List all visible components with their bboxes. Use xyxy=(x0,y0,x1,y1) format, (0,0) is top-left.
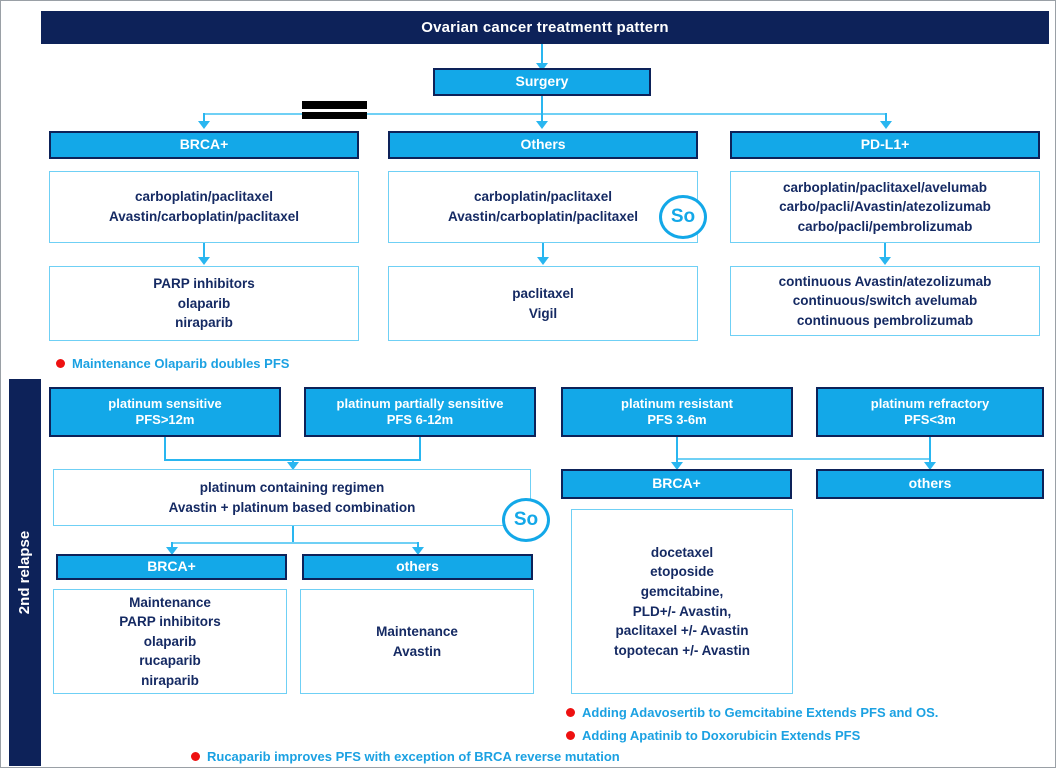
branch-treatment-others[interactable]: carboplatin/paclitaxel Avastin/carboplat… xyxy=(388,171,698,243)
branch-treatment-brca[interactable]: carboplatin/paclitaxel Avastin/carboplat… xyxy=(49,171,359,243)
sensitive-regimen-text: platinum containing regimen Avastin + pl… xyxy=(168,479,416,515)
category-platinum-refractory-text: platinum refractory PFS<3m xyxy=(870,395,990,427)
note-rucaparib: Rucaparib improves PFS with exception of… xyxy=(191,749,620,764)
category-platinum-resistant[interactable]: platinum resistant PFS 3-6m xyxy=(561,387,793,437)
branch-treatment-others-text: carboplatin/paclitaxel Avastin/carboplat… xyxy=(447,189,639,224)
category-platinum-partially-sensitive-text: platinum partially sensitive PFS 6-12m xyxy=(336,395,504,427)
note-adavosertib-text: Adding Adavosertib to Gemcitabine Extend… xyxy=(582,705,939,720)
note-olaparib-text: Maintenance Olaparib doubles PFS xyxy=(72,356,290,371)
branch-maintenance-pdl1[interactable]: continuous Avastin/atezolizumab continuo… xyxy=(730,266,1040,336)
flowchart-canvas: Ovarian cancer treatmentt pattern Surger… xyxy=(0,0,1056,768)
branch-maintenance-brca-text: PARP inhibitors olaparib niraparib xyxy=(153,276,255,331)
sensitive-subgroup-maint-others-text: Maintenance Avastin xyxy=(376,623,458,659)
redaction-bar-top xyxy=(302,101,367,109)
redaction-bar-bottom xyxy=(302,112,367,119)
resistant-subgroup-treatment-brca[interactable]: docetaxel etoposide gemcitabine, PLD+/- … xyxy=(571,509,793,694)
branch-treatment-pdl1-text: carboplatin/paclitaxel/avelumab carbo/pa… xyxy=(779,179,991,234)
arrow-to-others xyxy=(536,121,548,129)
page-title: Ovarian cancer treatmentt pattern xyxy=(41,11,1049,44)
branch-header-others[interactable]: Others xyxy=(388,131,698,159)
bullet-dot-icon xyxy=(566,731,575,740)
so-badge-1[interactable]: So xyxy=(659,195,707,239)
branch-header-pdl1[interactable]: PD-L1+ xyxy=(730,131,1040,159)
sensitive-subgroup-maint-brca[interactable]: Maintenance PARP inhibitors olaparib ruc… xyxy=(53,589,287,694)
resistant-subgroup-header-brca[interactable]: BRCA+ xyxy=(561,469,792,499)
category-platinum-resistant-text: platinum resistant PFS 3-6m xyxy=(621,395,733,427)
category-platinum-refractory[interactable]: platinum refractory PFS<3m xyxy=(816,387,1044,437)
relapse-side-band-label: 2nd relapse xyxy=(16,530,34,615)
arrow-brca-maint xyxy=(198,257,210,265)
category-platinum-sensitive[interactable]: platinum sensitive PFS>12m xyxy=(49,387,281,437)
branch-maintenance-pdl1-text: continuous Avastin/atezolizumab continuo… xyxy=(778,273,992,328)
sensitive-regimen-box[interactable]: platinum containing regimen Avastin + pl… xyxy=(53,469,531,526)
branch-maintenance-brca[interactable]: PARP inhibitors olaparib niraparib xyxy=(49,266,359,341)
connector-link-resistant-refractory xyxy=(676,458,930,460)
branch-maintenance-others-text: paclitaxel Vigil xyxy=(512,285,574,321)
arrow-pdl1-maint xyxy=(879,257,891,265)
note-rucaparib-text: Rucaparib improves PFS with exception of… xyxy=(207,749,620,764)
sensitive-subgroup-header-others[interactable]: others xyxy=(302,554,533,580)
note-apatinib-text: Adding Apatinib to Doxorubicin Extends P… xyxy=(582,728,861,743)
bullet-dot-icon xyxy=(191,752,200,761)
note-olaparib: Maintenance Olaparib doubles PFS xyxy=(56,356,289,371)
note-adavosertib: Adding Adavosertib to Gemcitabine Extend… xyxy=(566,705,938,720)
sensitive-subgroup-header-brca[interactable]: BRCA+ xyxy=(56,554,287,580)
branch-treatment-brca-text: carboplatin/paclitaxel Avastin/carboplat… xyxy=(108,189,300,224)
bullet-dot-icon xyxy=(566,708,575,717)
relapse-side-band: 2nd relapse xyxy=(9,379,41,766)
category-platinum-partially-sensitive[interactable]: platinum partially sensitive PFS 6-12m xyxy=(304,387,536,437)
arrow-to-pdl1 xyxy=(880,121,892,129)
category-platinum-sensitive-text: platinum sensitive PFS>12m xyxy=(108,395,222,427)
arrow-others-maint xyxy=(537,257,549,265)
arrow-to-brca xyxy=(198,121,210,129)
resistant-subgroup-header-others[interactable]: others xyxy=(816,469,1044,499)
connector-sensitive-down xyxy=(164,437,166,461)
bullet-dot-icon xyxy=(56,359,65,368)
sensitive-subgroup-maint-brca-text: Maintenance PARP inhibitors olaparib ruc… xyxy=(119,594,221,688)
so-badge-2[interactable]: So xyxy=(502,498,550,542)
resistant-subgroup-treatment-brca-text: docetaxel etoposide gemcitabine, PLD+/- … xyxy=(614,544,750,658)
connector-surgery-down xyxy=(541,96,543,114)
branch-treatment-pdl1[interactable]: carboplatin/paclitaxel/avelumab carbo/pa… xyxy=(730,171,1040,243)
branch-header-brca[interactable]: BRCA+ xyxy=(49,131,359,159)
branch-maintenance-others[interactable]: paclitaxel Vigil xyxy=(388,266,698,341)
connector-splitter-sensitive xyxy=(171,542,418,544)
surgery-box[interactable]: Surgery xyxy=(433,68,651,96)
note-apatinib: Adding Apatinib to Doxorubicin Extends P… xyxy=(566,728,860,743)
sensitive-subgroup-maint-others[interactable]: Maintenance Avastin xyxy=(300,589,534,694)
connector-partially-down xyxy=(419,437,421,461)
